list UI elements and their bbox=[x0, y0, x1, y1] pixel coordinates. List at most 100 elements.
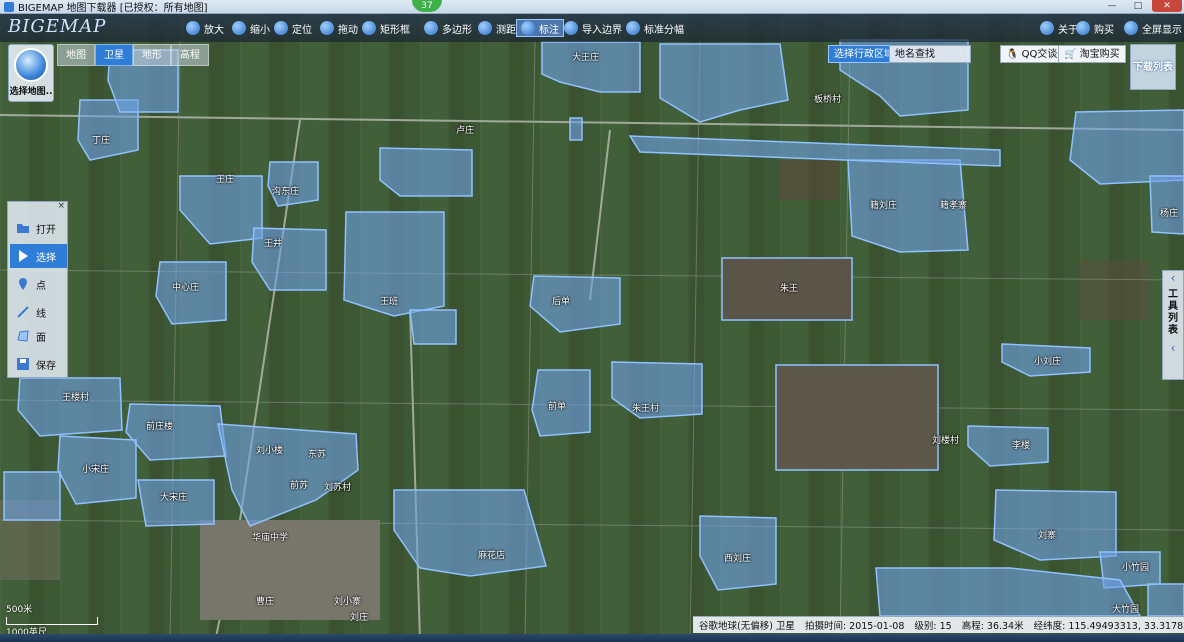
annotate-button[interactable]: 标注 bbox=[516, 19, 564, 37]
satellite-map[interactable]: 大王庄 丁庄 卢庄 沟东庄 王庄 王井 中心庄 王班 后单 朱王 板桥村 籍刘庄… bbox=[0, 0, 1184, 642]
zoom-in-icon bbox=[186, 21, 200, 35]
village-label: 籍孝寨 bbox=[940, 201, 968, 211]
map-type-terrain[interactable]: 地形 bbox=[133, 44, 171, 66]
zoom-out-icon bbox=[232, 21, 246, 35]
village-label: 杨庄 bbox=[1160, 209, 1179, 219]
collapse-up-icon[interactable]: ‹ bbox=[1163, 271, 1183, 285]
polygon-icon bbox=[424, 21, 438, 35]
tool-label: 购买 bbox=[1094, 24, 1114, 36]
save-button[interactable]: 保存 bbox=[10, 352, 67, 376]
village-label: 麻花店 bbox=[478, 551, 506, 561]
village-label: 大王庄 bbox=[572, 53, 600, 63]
village-label: 刘楼村 bbox=[932, 436, 960, 446]
village-label: 西刘庄 bbox=[724, 554, 752, 564]
village-label: 刘寨 bbox=[1038, 531, 1057, 541]
polygon-select-button[interactable]: 多边形 bbox=[424, 19, 472, 37]
map-type-switcher: 地图 卫星 地形 高程 bbox=[57, 44, 209, 66]
area-tool-button[interactable]: 面 bbox=[10, 324, 67, 348]
window-titlebar[interactable]: BIGEMAP 地图下载器 [已授权：所有地图] — □ ✕ bbox=[0, 0, 1184, 14]
line-tool-button[interactable]: 线 bbox=[10, 300, 67, 324]
fullscreen-button[interactable]: 全屏显示 bbox=[1124, 19, 1182, 37]
os-taskbar bbox=[0, 634, 1184, 642]
measure-button[interactable]: 测距 bbox=[478, 19, 516, 37]
village-label: 卢庄 bbox=[456, 126, 475, 136]
locate-button[interactable]: 定位 bbox=[274, 19, 312, 37]
village-label: 曹庄 bbox=[256, 597, 275, 607]
about-button[interactable]: 关于 bbox=[1040, 19, 1078, 37]
village-label: 籍刘庄 bbox=[870, 201, 898, 211]
open-button[interactable]: 打开 bbox=[10, 216, 67, 240]
village-label: 东苏 bbox=[308, 450, 327, 460]
village-label: 李楼 bbox=[1012, 441, 1031, 451]
pan-button[interactable]: 拖动 bbox=[320, 19, 358, 37]
select-tool-button[interactable]: 选择 bbox=[10, 244, 67, 268]
save-label: 保存 bbox=[36, 360, 56, 372]
import-boundary-button[interactable]: 导入边界 bbox=[564, 19, 622, 37]
village-label: 大宋庄 bbox=[160, 493, 188, 503]
pointer-icon bbox=[19, 250, 28, 262]
status-bar: 谷歌地球(无偏移) 卫星 拍摄时间: 2015-01-08 级别: 15 高程:… bbox=[693, 616, 1184, 633]
map-type-satellite[interactable]: 卫星 bbox=[95, 44, 133, 66]
locate-icon bbox=[274, 21, 288, 35]
status-source: 谷歌地球(无偏移) 卫星 bbox=[699, 621, 795, 632]
village-label: 前单 bbox=[548, 402, 567, 412]
village-label: 刘小寨 bbox=[334, 597, 362, 607]
open-label: 打开 bbox=[36, 224, 56, 236]
village-label: 小竹园 bbox=[1122, 563, 1150, 573]
qq-chat-button[interactable]: 🐧 QQ交谈 bbox=[1000, 45, 1064, 63]
select-map-label: 选择地图.. bbox=[9, 87, 53, 97]
taobao-label: 淘宝购买 bbox=[1079, 49, 1120, 60]
fullscreen-icon bbox=[1124, 21, 1138, 35]
village-label: 刘小楼 bbox=[256, 446, 284, 456]
map-imagery bbox=[0, 0, 1184, 642]
minimize-button[interactable]: — bbox=[1100, 0, 1124, 12]
import-icon bbox=[564, 21, 578, 35]
tool-label: 标准分幅 bbox=[644, 24, 684, 36]
save-icon bbox=[17, 358, 29, 370]
taobao-buy-button[interactable]: 🛒 淘宝购买 bbox=[1058, 45, 1126, 63]
close-button[interactable]: ✕ bbox=[1152, 0, 1182, 12]
village-label: 王庄 bbox=[216, 175, 235, 185]
village-label: 前庄楼 bbox=[146, 422, 174, 432]
rectangle-select-button[interactable]: 矩形框 bbox=[362, 19, 410, 37]
point-label: 点 bbox=[36, 280, 46, 292]
status-elevation: 高程: 36.34米 bbox=[961, 621, 1024, 632]
window-title: BIGEMAP 地图下载器 [已授权：所有地图] bbox=[18, 3, 208, 14]
cart-icon bbox=[1076, 21, 1090, 35]
village-label: 朱王 bbox=[780, 284, 799, 294]
map-type-map[interactable]: 地图 bbox=[57, 44, 95, 66]
grid-icon bbox=[626, 21, 640, 35]
tool-label: 全屏显示 bbox=[1142, 24, 1182, 36]
app-icon bbox=[4, 1, 14, 12]
village-label: 小宋庄 bbox=[82, 465, 110, 475]
select-map-button[interactable]: 选择地图.. bbox=[8, 44, 54, 102]
zoom-out-button[interactable]: 缩小 bbox=[232, 19, 270, 37]
taobao-icon: 🛒 bbox=[1064, 49, 1077, 60]
village-label: 华庙中学 bbox=[252, 533, 289, 543]
info-icon bbox=[1040, 21, 1054, 35]
rectangle-icon bbox=[362, 21, 376, 35]
line-icon bbox=[17, 306, 29, 318]
maximize-button[interactable]: □ bbox=[1126, 0, 1150, 12]
tool-label: 矩形框 bbox=[380, 24, 410, 36]
tool-label: 测距 bbox=[496, 24, 516, 36]
main-toolbar: BIGEMAP 放大 缩小 定位 拖动 矩形框 多边形 测距 标注 导入边界 标… bbox=[0, 14, 1184, 42]
tool-list-label: 工具列表 bbox=[1168, 289, 1178, 336]
zoom-in-button[interactable]: 放大 bbox=[186, 19, 224, 37]
download-list-button[interactable]: 下载列表 bbox=[1130, 44, 1176, 90]
point-tool-button[interactable]: 点 bbox=[10, 272, 67, 296]
buy-button[interactable]: 购买 bbox=[1076, 19, 1114, 37]
close-panel-icon[interactable]: × bbox=[57, 201, 65, 211]
tool-label: 导入边界 bbox=[582, 24, 622, 36]
status-level: 级别: 15 bbox=[914, 621, 952, 632]
folder-icon bbox=[17, 224, 29, 233]
tool-label: 标注 bbox=[539, 24, 559, 36]
village-label: 丁庄 bbox=[92, 136, 111, 146]
status-coords: 经纬度: 115.49493313, 33.31782831 bbox=[1033, 621, 1184, 632]
map-type-elevation[interactable]: 高程 bbox=[171, 44, 209, 66]
tool-list-panel[interactable]: ‹ 工具列表 ‹ bbox=[1162, 270, 1184, 380]
place-search-input[interactable]: 地名查找 bbox=[889, 45, 971, 63]
qq-icon: 🐧 bbox=[1006, 49, 1019, 60]
collapse-down-icon[interactable]: ‹ bbox=[1163, 341, 1183, 355]
standard-grid-button[interactable]: 标准分幅 bbox=[626, 19, 684, 37]
